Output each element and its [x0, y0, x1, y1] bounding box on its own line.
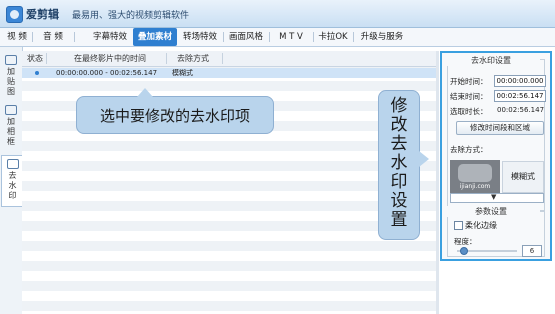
tab-upgrade-service[interactable]: 升级与服务 [354, 28, 410, 46]
params-title: 参数设置 [442, 206, 540, 217]
tab-overlay-materials[interactable]: 叠加素材 [133, 28, 177, 46]
sidebar-item-label: 加贴图 [7, 67, 15, 96]
frame-icon [5, 105, 17, 115]
tab-subtitle-effects[interactable]: 字幕特效 [88, 28, 132, 46]
soften-edge-label: 柔化边缘 [465, 221, 497, 230]
sticker-icon [5, 55, 17, 65]
degree-label: 程度： [454, 237, 477, 246]
tab-audio[interactable]: 音 频 [34, 28, 72, 46]
header-divider [46, 53, 47, 64]
list-scrollbar[interactable] [436, 51, 439, 314]
callout-pointer [419, 151, 429, 167]
app-slogan: 最易用、强大的视频剪辑软件 [72, 11, 190, 21]
chevron-down-icon: ▼ [491, 193, 497, 201]
header-status: 状态 [27, 54, 43, 63]
sidebar-item-add-sticker[interactable]: 加贴图 [1, 55, 21, 97]
watermark-preview: ijianji.com [450, 160, 500, 193]
callout-select-item: 选中要修改的去水印项 [76, 88, 274, 134]
row-method: 模糊式 [172, 69, 193, 77]
duration-label: 选取时长： [450, 107, 488, 116]
settings-title: 去水印设置 [442, 55, 540, 66]
table-row[interactable]: 00:00:00.000 - 00:02:56.147 模糊式 [22, 68, 436, 78]
sidebar-item-add-frame[interactable]: 加相框 [1, 105, 21, 147]
blur-region [458, 164, 492, 182]
degree-value-field[interactable]: 6 [522, 245, 542, 257]
duration-value: 00:02:56.147 [497, 106, 545, 114]
header-divider [166, 53, 167, 64]
callout-text: 选中要修改的去水印项 [99, 107, 250, 125]
menu-divider [32, 32, 33, 42]
tab-karaoke[interactable]: 卡拉OK [314, 28, 352, 46]
app-name: 爱剪辑 [26, 8, 59, 21]
tab-mtv[interactable]: M T V [270, 28, 312, 46]
list-header: 状态 在最终影片中的时间 去除方式 [22, 51, 436, 67]
menu-divider [74, 32, 75, 42]
menu-bar: 视 频 音 频 字幕特效 叠加素材 转场特效 画面风格 M T V 卡拉OK 升… [0, 28, 555, 47]
callout-pointer [137, 88, 153, 97]
app-logo-icon [6, 6, 23, 23]
degree-slider-handle[interactable] [460, 247, 468, 255]
method-dropdown[interactable]: ▼ [450, 193, 544, 203]
tab-video[interactable]: 视 频 [4, 28, 30, 46]
sidebar-item-label: 去水印 [8, 171, 17, 200]
active-status-icon [35, 71, 39, 75]
watermark-settings-panel: 去水印设置 开始时间： 00:00:00.000 结束时间： 00:02:56.… [440, 51, 552, 261]
header-method: 去除方式 [177, 54, 209, 63]
sidebar-item-label: 加相框 [7, 117, 15, 146]
title-bar: 爱剪辑 最易用、强大的视频剪辑软件 [0, 0, 555, 28]
removal-method-label: 去除方式： [450, 145, 488, 154]
blur-mode-option[interactable]: 模糊式 [502, 161, 544, 193]
preview-watermark-text: ijianji.com [459, 183, 491, 190]
edit-time-region-button[interactable]: 修改时间段和区域 [456, 121, 544, 135]
watermark-icon [6, 159, 19, 169]
header-divider [222, 53, 223, 64]
end-time-label: 结束时间： [450, 92, 488, 101]
start-time-label: 开始时间： [450, 77, 488, 86]
tab-picture-style[interactable]: 画面风格 [224, 28, 268, 46]
header-time: 在最终影片中的时间 [74, 54, 146, 63]
end-time-field[interactable]: 00:02:56.147 [494, 90, 546, 102]
callout-text: 修改去水印设置 [390, 96, 408, 230]
overlay-sidebar: 加贴图 加相框 去水印 [0, 47, 23, 314]
sidebar-item-remove-watermark[interactable]: 去水印 [1, 155, 23, 207]
row-time: 00:00:00.000 - 00:02:56.147 [56, 69, 158, 77]
soften-edge-checkbox[interactable] [454, 221, 463, 230]
tab-transition-effects[interactable]: 转场特效 [178, 28, 222, 46]
watermark-list: 状态 在最终影片中的时间 去除方式 00:00:00.000 - 00:02:5… [22, 51, 436, 314]
start-time-field[interactable]: 00:00:00.000 [494, 75, 546, 87]
callout-modify-settings: 修改去水印设置 [378, 90, 429, 240]
